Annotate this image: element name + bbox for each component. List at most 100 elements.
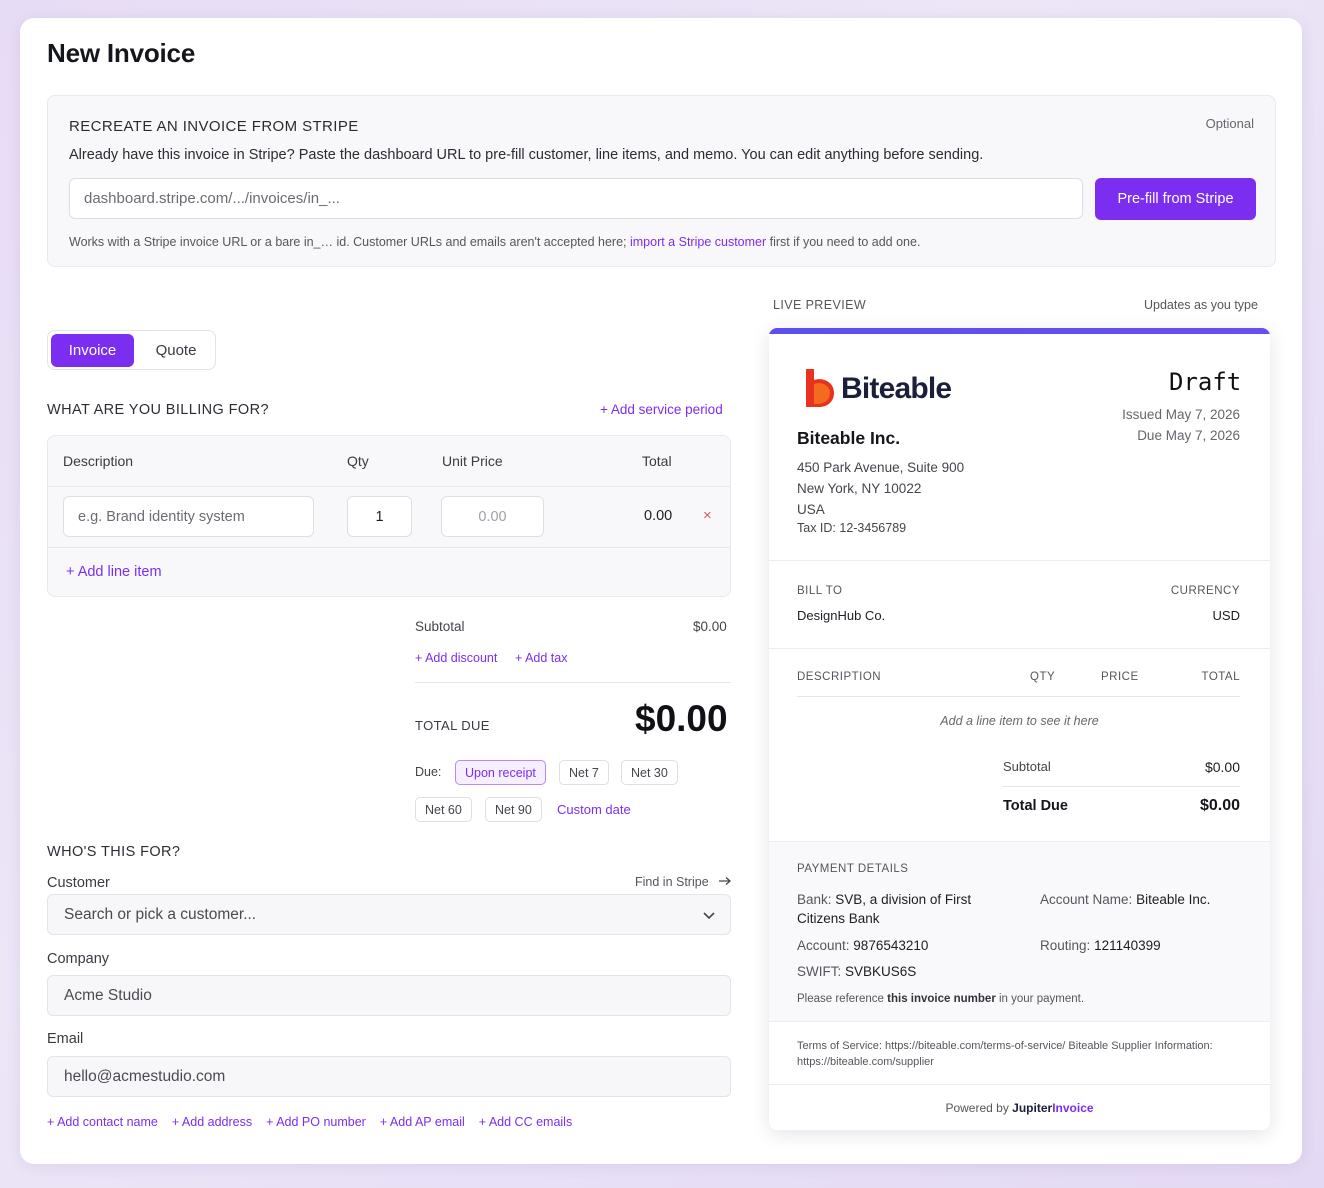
line-description-input[interactable] <box>63 496 314 537</box>
reference-text: Please reference <box>797 993 884 1005</box>
preview-divider <box>769 648 1270 649</box>
preview-divider <box>769 560 1270 561</box>
powered-by-text: Powered by <box>945 1101 1009 1115</box>
add-ap-email-link[interactable]: + Add AP email <box>380 1115 465 1129</box>
quote-toggle-option[interactable]: Quote <box>142 334 210 367</box>
stripe-import-heading: RECREATE AN INVOICE FROM STRIPE <box>69 118 359 135</box>
stripe-import-note: Works with a Stripe invoice URL or a bar… <box>69 235 920 249</box>
reference-text-end: in your payment. <box>999 993 1085 1005</box>
payment-details-heading: PAYMENT DETAILS <box>797 863 909 875</box>
powered-by: Powered by JupiterInvoice <box>769 1101 1270 1115</box>
totals-divider <box>415 682 731 683</box>
reference-bold: this invoice number <box>887 993 996 1005</box>
arrow-right-icon <box>719 877 732 885</box>
customer-heading: WHO'S THIS FOR? <box>47 844 181 860</box>
invoice-toggle-option[interactable]: Invoice <box>51 334 134 367</box>
col-description-header: Description <box>63 453 134 469</box>
add-address-link[interactable]: + Add address <box>172 1115 252 1129</box>
page-title: New Invoice <box>47 38 196 68</box>
customer-label: Customer <box>47 875 110 891</box>
bank-detail: Bank: SVB, a division of First Citizens … <box>797 890 1007 928</box>
subtotal-value: $0.00 <box>693 619 727 634</box>
row-divider <box>48 547 730 548</box>
stripe-url-input[interactable] <box>69 178 1083 219</box>
term-net-60-chip[interactable]: Net 60 <box>415 797 472 822</box>
email-input[interactable] <box>47 1056 731 1097</box>
add-tax-link[interactable]: + Add tax <box>515 651 567 665</box>
custom-date-link[interactable]: Custom date <box>557 802 631 817</box>
account-value: 9876543210 <box>853 938 929 953</box>
new-invoice-card: New Invoice RECREATE AN INVOICE FROM STR… <box>20 18 1302 1164</box>
due-terms-label: Due: <box>415 765 442 779</box>
customer-extra-links: + Add contact name + Add address + Add P… <box>47 1115 572 1129</box>
stripe-note-text-end: first if you need to add one. <box>769 235 921 249</box>
preview-col-description: DESCRIPTION <box>797 671 882 683</box>
account-detail: Account: 9876543210 <box>797 936 928 955</box>
preview-subtotal-value: $0.00 <box>1204 759 1240 775</box>
swift-key: SWIFT: <box>797 964 842 979</box>
brand-name: Biteable <box>841 372 952 405</box>
add-cc-emails-link[interactable]: + Add CC emails <box>479 1115 572 1129</box>
line-qty-input[interactable] <box>347 496 412 537</box>
add-discount-link[interactable]: + Add discount <box>415 651 497 665</box>
invoice-preview: Biteable Draft Issued May 7, 2026 Due Ma… <box>769 328 1270 1130</box>
preview-total-due-label: Total Due <box>1003 798 1068 814</box>
company-input[interactable] <box>47 975 731 1016</box>
account-name-value: Biteable Inc. <box>1136 892 1211 907</box>
col-unit-price-header: Unit Price <box>442 453 503 469</box>
prefill-from-stripe-button[interactable]: Pre-fill from Stripe <box>1095 178 1256 220</box>
address-line-2: New York, NY 10022 <box>797 481 922 496</box>
add-line-item-link[interactable]: + Add line item <box>66 564 162 580</box>
email-label: Email <box>47 1031 84 1047</box>
line-total: 0.00 <box>644 508 673 524</box>
currency-value: USD <box>1212 608 1240 623</box>
add-contact-name-link[interactable]: + Add contact name <box>47 1115 158 1129</box>
remove-line-icon[interactable]: × <box>703 507 712 524</box>
line-unit-price-input[interactable] <box>441 496 544 537</box>
bank-key: Bank: <box>797 892 832 907</box>
line-items-table: Description Qty Unit Price Total 0.00 × … <box>47 435 731 597</box>
account-name-key: Account Name: <box>1040 892 1133 907</box>
bill-to-label: BILL TO <box>797 585 843 597</box>
payment-reference-note: Please reference this invoice number in … <box>797 993 1084 1005</box>
billing-heading: WHAT ARE YOU BILLING FOR? <box>47 402 269 418</box>
preview-col-price: PRICE <box>1101 671 1139 683</box>
updates-as-you-type-label: Updates as you type <box>1144 298 1258 312</box>
customer-select-placeholder: Search or pick a customer... <box>64 905 257 923</box>
powered-brand-2: Invoice <box>1052 1101 1094 1115</box>
empty-items-message: Add a line item to see it here <box>940 714 1099 728</box>
terms-of-service: Terms of Service: https://biteable.com/t… <box>797 1040 1213 1068</box>
account-key: Account: <box>797 938 850 953</box>
swift-value: SVBKUS6S <box>845 964 917 979</box>
issued-date: Issued May 7, 2026 <box>1122 407 1240 422</box>
term-upon-receipt-chip[interactable]: Upon receipt <box>455 760 546 785</box>
find-in-stripe-text: Find in Stripe <box>635 875 709 889</box>
company-label: Company <box>47 951 110 967</box>
issuer-address: 450 Park Avenue, Suite 900 New York, NY … <box>797 457 964 520</box>
term-net-7-chip[interactable]: Net 7 <box>559 760 609 785</box>
find-in-stripe-link[interactable]: Find in Stripe <box>635 875 732 889</box>
add-service-period-link[interactable]: + Add service period <box>600 402 723 417</box>
term-net-30-chip[interactable]: Net 30 <box>621 760 678 785</box>
address-line-3: USA <box>797 502 825 517</box>
stripe-import-description: Already have this invoice in Stripe? Pas… <box>69 147 984 163</box>
total-due-label: TOTAL DUE <box>415 718 490 733</box>
total-due-value: $0.00 <box>635 698 728 739</box>
col-total-header: Total <box>642 453 672 469</box>
address-line-1: 450 Park Avenue, Suite 900 <box>797 460 965 475</box>
preview-total-divider <box>1003 786 1240 787</box>
preview-divider <box>769 1021 1270 1022</box>
swift-detail: SWIFT: SVBKUS6S <box>797 962 916 981</box>
import-stripe-customer-link[interactable]: import a Stripe customer <box>630 235 766 249</box>
routing-value: 121140399 <box>1094 938 1161 953</box>
term-net-90-chip[interactable]: Net 90 <box>485 797 542 822</box>
optional-label: Optional <box>1205 116 1254 131</box>
preview-total-due-value: $0.00 <box>1199 797 1240 814</box>
preview-subtotal-label: Subtotal <box>1003 759 1051 774</box>
add-po-number-link[interactable]: + Add PO number <box>266 1115 366 1129</box>
chevron-down-icon <box>703 912 715 920</box>
customer-select[interactable]: Search or pick a customer... <box>47 894 731 935</box>
col-qty-header: Qty <box>347 453 369 469</box>
preview-divider <box>769 841 1270 842</box>
live-preview-label: LIVE PREVIEW <box>773 298 867 312</box>
